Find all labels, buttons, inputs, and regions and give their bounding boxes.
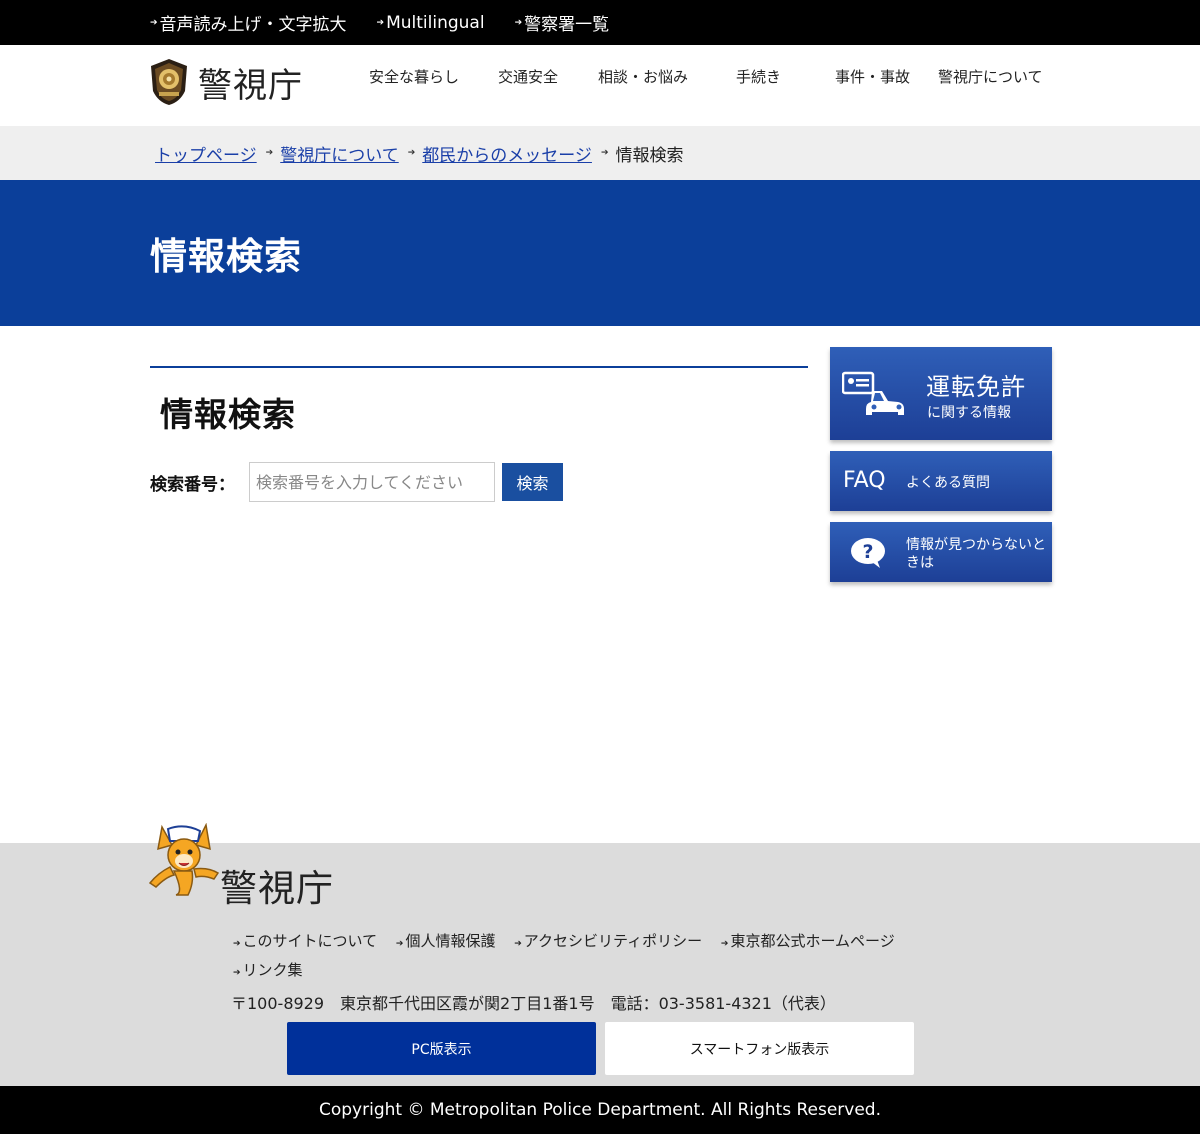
footer-link-label: リンク集 xyxy=(242,961,303,979)
faq-banner-subtitle: よくある質問 xyxy=(906,475,990,491)
faq-banner[interactable]: FAQ よくある質問 xyxy=(830,451,1052,511)
arrow-icon: ➔ xyxy=(395,939,404,949)
arrow-icon: ➔ xyxy=(376,17,385,28)
footer-link-label: 個人情報保護 xyxy=(405,932,496,950)
copyright-bar: Copyright © Metropolitan Police Departme… xyxy=(0,1086,1200,1134)
license-banner-subtitle: に関する情報 xyxy=(927,405,1011,421)
footer-link-privacy[interactable]: ➔ 個人情報保護 xyxy=(396,928,496,957)
breadcrumb-link-top[interactable]: トップページ xyxy=(155,141,257,166)
nav-item-consultation[interactable]: 相談・お悩み xyxy=(598,45,688,126)
footer-link-accessibility[interactable]: ➔ アクセシビリティポリシー xyxy=(514,928,702,957)
utility-link-speech[interactable]: ➔ 音声読み上げ・文字拡大 xyxy=(150,10,347,35)
arrow-icon: ➔ xyxy=(514,939,522,949)
nav-item-traffic[interactable]: 交通安全 xyxy=(498,45,558,126)
breadcrumb-current: 情報検索 xyxy=(615,145,684,166)
utility-link-label: 音声読み上げ・文字拡大 xyxy=(159,15,347,35)
arrow-icon: ➔ xyxy=(600,148,609,158)
question-bubble-icon: ? xyxy=(851,538,885,568)
page-title: 情報検索 xyxy=(150,235,302,278)
footer-link-about-site[interactable]: ➔ このサイトについて xyxy=(233,928,377,957)
driver-license-car-icon xyxy=(842,371,904,415)
breadcrumb: トップページ ➔ 警視庁について ➔ 都民からのメッセージ ➔ 情報検索 xyxy=(0,126,1200,180)
site-logo[interactable]: 警視庁 xyxy=(148,57,303,107)
search-label: 検索番号： xyxy=(150,474,235,495)
breadcrumb-link-messages[interactable]: 都民からのメッセージ xyxy=(422,141,592,166)
footer-link-links[interactable]: ➔ リンク集 xyxy=(233,957,303,986)
arrow-icon: ➔ xyxy=(514,17,523,28)
utility-bar: ➔ 音声読み上げ・文字拡大 ➔ Multilingual ➔ 警察署一覧 xyxy=(0,0,1200,45)
nav-item-procedures[interactable]: 手続き xyxy=(736,45,781,126)
nav-item-incidents[interactable]: 事件・事故 xyxy=(835,45,910,126)
search-button[interactable]: 検索 xyxy=(502,463,563,501)
footer-link-label: 東京都公式ホームページ xyxy=(730,932,895,950)
nav-item-about[interactable]: 警視庁について xyxy=(938,45,1043,126)
help-banner-text: 情報が見つからないときは xyxy=(906,537,1046,571)
footer-link-label: このサイトについて xyxy=(242,932,378,950)
footer-logo-text: 警視庁 xyxy=(220,867,334,910)
footer-link-tokyo-official[interactable]: ➔ 東京都公式ホームページ xyxy=(721,928,895,957)
utility-link-label: 警察署一覧 xyxy=(524,15,610,35)
utility-link-multilingual[interactable]: ➔ Multilingual xyxy=(377,13,485,33)
smartphone-view-button[interactable]: スマートフォン版表示 xyxy=(605,1022,914,1075)
utility-link-stations[interactable]: ➔ 警察署一覧 xyxy=(515,10,610,35)
nav-item-safety[interactable]: 安全な暮らし xyxy=(369,45,459,126)
footer-address: 〒100-8929 東京都千代田区霞が関2丁目1番1号 電話：03-3581-4… xyxy=(231,994,836,1013)
mascot-pipo-icon xyxy=(148,823,220,896)
copyright-text: Copyright © Metropolitan Police Departme… xyxy=(319,1100,881,1120)
logo-text: 警視庁 xyxy=(198,65,303,106)
not-found-help-banner[interactable]: ? 情報が見つからないときは xyxy=(830,522,1052,582)
driver-license-banner[interactable]: 運転免許 に関する情報 xyxy=(830,347,1052,440)
faq-banner-title: FAQ xyxy=(843,468,886,493)
main-content: 情報検索 検索番号： 検索 xyxy=(150,366,808,502)
arrow-icon: ➔ xyxy=(233,939,241,949)
footer-links: ➔ このサイトについて ➔ 個人情報保護 ➔ アクセシビリティポリシー ➔ 東京都公式ホ… xyxy=(233,928,913,986)
arrow-icon: ➔ xyxy=(720,939,729,949)
search-number-input[interactable] xyxy=(249,462,495,502)
svg-text:?: ? xyxy=(862,541,873,563)
heading-rule xyxy=(150,366,808,368)
arrow-icon: ➔ xyxy=(265,148,274,158)
breadcrumb-link-about[interactable]: 警視庁について xyxy=(280,141,399,166)
license-banner-title: 運転免許 xyxy=(926,373,1026,401)
arrow-icon: ➔ xyxy=(233,968,241,978)
site-header: 警視庁 安全な暮らし 交通安全 相談・お悩み 手続き 事件・事故 警視庁について xyxy=(0,45,1200,126)
police-emblem-icon xyxy=(151,59,187,105)
arrow-icon: ➔ xyxy=(150,17,158,28)
utility-link-label: Multilingual xyxy=(386,12,485,33)
page-title-band: 情報検索 xyxy=(0,180,1200,326)
section-heading: 情報検索 xyxy=(160,395,296,434)
footer-link-label: アクセシビリティポリシー xyxy=(523,932,703,950)
arrow-icon: ➔ xyxy=(407,148,416,158)
search-form: 検索番号： 検索 xyxy=(150,462,563,502)
pc-view-button[interactable]: PC版表示 xyxy=(287,1022,596,1075)
